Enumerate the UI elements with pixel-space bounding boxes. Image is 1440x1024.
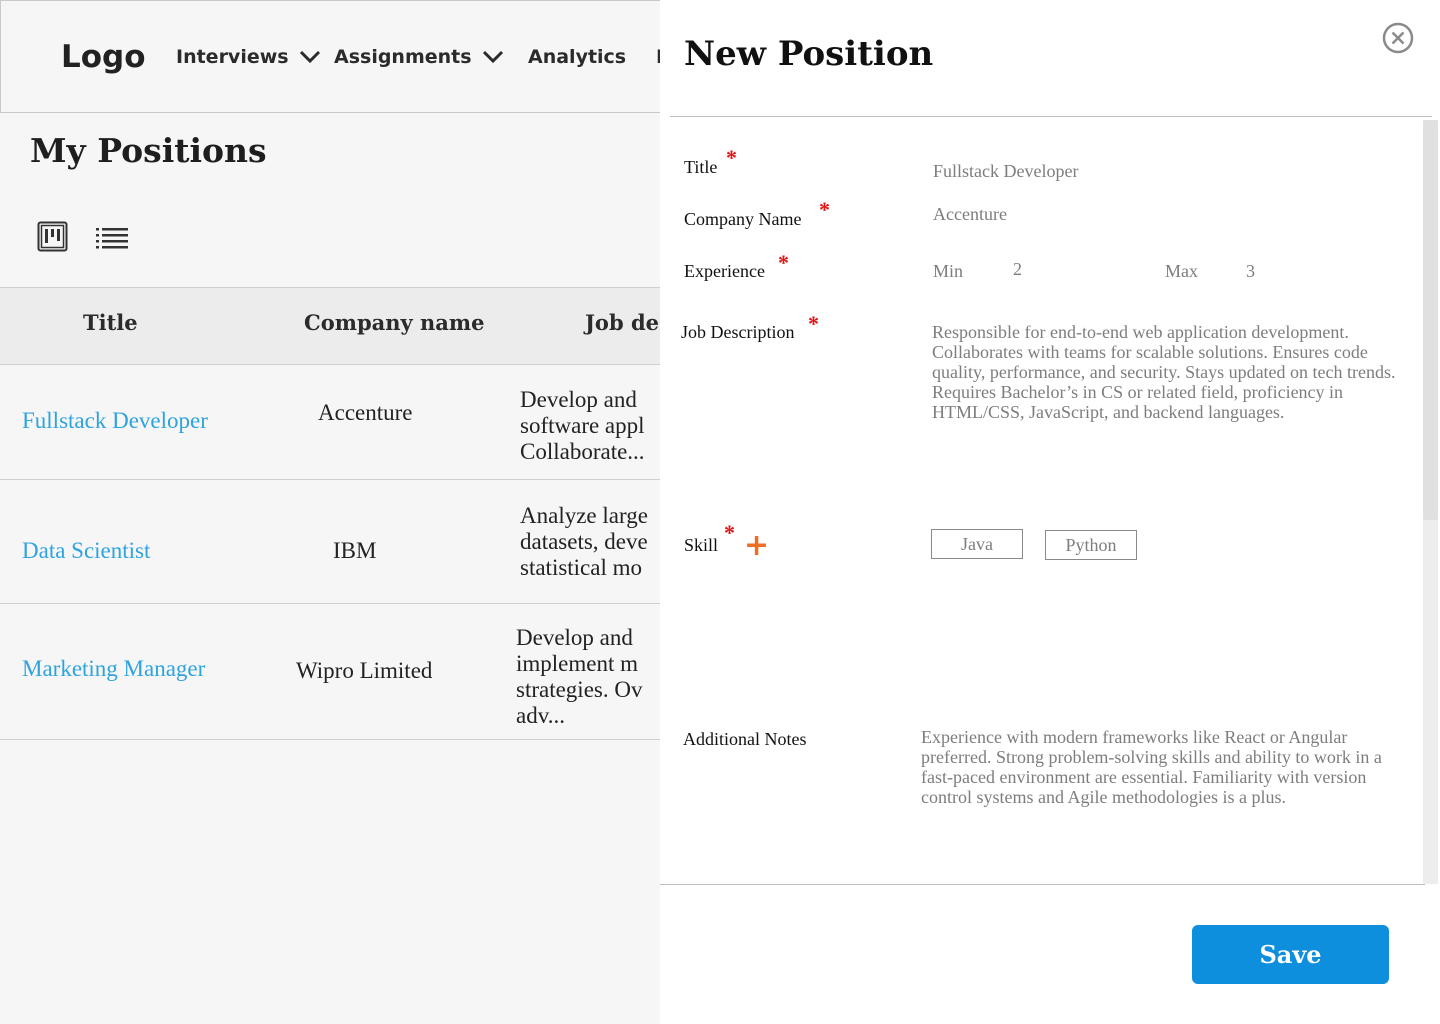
additional-notes-textarea[interactable]: Experience with modern frameworks like R… bbox=[921, 727, 1413, 807]
experience-max-label: Max bbox=[1165, 261, 1198, 281]
company-cell: Wipro Limited bbox=[296, 658, 433, 683]
drawer-title: New Position bbox=[684, 34, 934, 74]
experience-min-input[interactable]: 2 bbox=[1013, 259, 1133, 280]
title-input[interactable]: Fullstack Developer bbox=[933, 161, 1403, 182]
company-cell: Accenture bbox=[318, 400, 413, 425]
nav-item-assignments[interactable]: Assignments bbox=[334, 46, 504, 68]
new-position-drawer: New Position Title * Fullstack Developer… bbox=[660, 0, 1440, 1024]
company-name-label: Company Name bbox=[684, 209, 802, 229]
position-title-link[interactable]: Fullstack Developer bbox=[22, 408, 208, 434]
required-marker: * bbox=[726, 145, 737, 170]
skill-chip[interactable]: Python bbox=[1045, 530, 1137, 560]
column-header-company[interactable]: Company name bbox=[304, 310, 484, 335]
save-button[interactable]: Save bbox=[1192, 925, 1389, 984]
column-header-description[interactable]: Job des bbox=[585, 310, 671, 335]
job-description-textarea[interactable]: Responsible for end-to-end web applicati… bbox=[932, 322, 1416, 422]
close-icon[interactable] bbox=[1382, 22, 1414, 54]
nav-item-label: Interviews bbox=[176, 46, 289, 68]
skill-chip[interactable]: Java bbox=[931, 529, 1023, 559]
title-label: Title bbox=[684, 157, 718, 177]
nav-item-label: Assignments bbox=[334, 46, 472, 68]
required-marker: * bbox=[724, 520, 735, 545]
footer-divider bbox=[660, 884, 1425, 885]
board-view-icon[interactable] bbox=[37, 221, 68, 252]
required-marker: * bbox=[778, 250, 789, 275]
chevron-down-icon bbox=[482, 50, 503, 64]
nav-item-analytics[interactable]: Analytics bbox=[528, 46, 626, 68]
position-title-link[interactable]: Marketing Manager bbox=[22, 656, 205, 682]
company-cell: IBM bbox=[333, 538, 377, 563]
page-title: My Positions bbox=[30, 131, 267, 170]
plus-icon[interactable]: + bbox=[744, 531, 769, 561]
required-marker: * bbox=[808, 311, 819, 336]
description-cell: Analyze large datasets, deve statistical… bbox=[520, 503, 648, 580]
scrollbar-thumb[interactable] bbox=[1423, 120, 1438, 520]
chevron-down-icon bbox=[299, 50, 320, 64]
description-cell: Develop and implement m strategies. Ov a… bbox=[516, 625, 643, 728]
position-title-link[interactable]: Data Scientist bbox=[22, 538, 150, 564]
experience-min-label: Min bbox=[933, 261, 964, 281]
logo[interactable]: Logo bbox=[61, 39, 146, 75]
experience-max-input[interactable]: 3 bbox=[1246, 261, 1366, 282]
skill-label: Skill bbox=[684, 535, 719, 555]
nav-item-label: Analytics bbox=[528, 46, 627, 68]
column-header-title[interactable]: Title bbox=[83, 310, 138, 335]
experience-label: Experience bbox=[684, 261, 765, 281]
description-cell: Develop and software appl Collaborate... bbox=[520, 387, 645, 464]
additional-notes-label: Additional Notes bbox=[683, 729, 807, 749]
job-description-label: Job Description bbox=[681, 322, 795, 342]
required-marker: * bbox=[819, 197, 830, 222]
company-name-input[interactable]: Accenture bbox=[933, 204, 1403, 225]
list-view-icon[interactable] bbox=[96, 225, 128, 249]
nav-item-interviews[interactable]: Interviews bbox=[176, 46, 321, 68]
drawer-divider bbox=[670, 116, 1432, 117]
